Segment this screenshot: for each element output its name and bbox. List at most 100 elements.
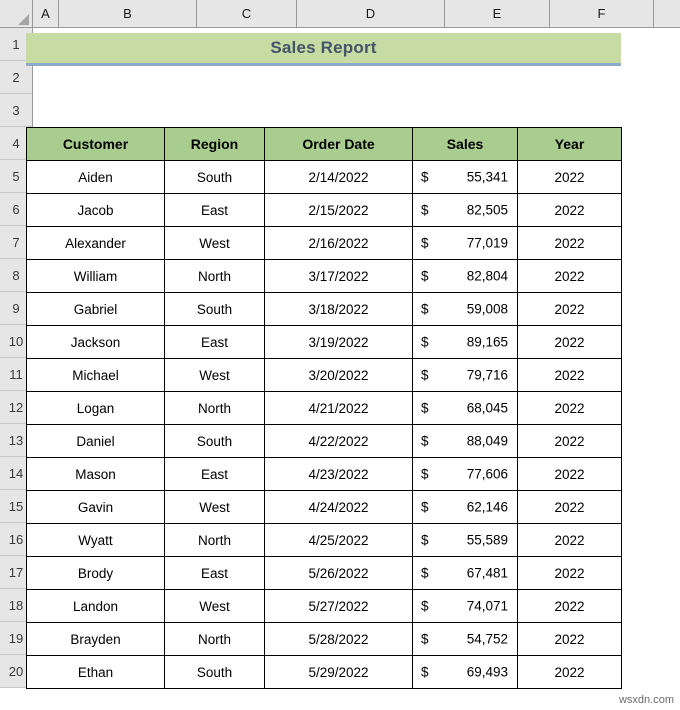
table-row[interactable]: GabrielSouth3/18/2022$59,0082022 bbox=[27, 293, 622, 326]
cell-order-date[interactable]: 4/22/2022 bbox=[265, 425, 413, 458]
column-header-b[interactable]: B bbox=[59, 0, 197, 27]
table-row[interactable]: AlexanderWest2/16/2022$77,0192022 bbox=[27, 227, 622, 260]
cell-customer[interactable]: Wyatt bbox=[27, 524, 165, 557]
cell-order-date[interactable]: 3/20/2022 bbox=[265, 359, 413, 392]
table-row[interactable]: DanielSouth4/22/2022$88,0492022 bbox=[27, 425, 622, 458]
cell-order-date[interactable]: 4/23/2022 bbox=[265, 458, 413, 491]
cell-customer[interactable]: William bbox=[27, 260, 165, 293]
column-header-a[interactable]: A bbox=[33, 0, 59, 27]
table-row[interactable]: MichaelWest3/20/2022$79,7162022 bbox=[27, 359, 622, 392]
cell-year[interactable]: 2022 bbox=[518, 623, 622, 656]
cell-customer[interactable]: Jacob bbox=[27, 194, 165, 227]
table-row[interactable]: GavinWest4/24/2022$62,1462022 bbox=[27, 491, 622, 524]
cell-region[interactable]: West bbox=[165, 590, 265, 623]
cell-region[interactable]: East bbox=[165, 194, 265, 227]
cell-order-date[interactable]: 5/26/2022 bbox=[265, 557, 413, 590]
cell-order-date[interactable]: 5/28/2022 bbox=[265, 623, 413, 656]
cell-year[interactable]: 2022 bbox=[518, 458, 622, 491]
cell-order-date[interactable]: 2/14/2022 bbox=[265, 161, 413, 194]
cell-year[interactable]: 2022 bbox=[518, 557, 622, 590]
cell-region[interactable]: South bbox=[165, 293, 265, 326]
cell-year[interactable]: 2022 bbox=[518, 326, 622, 359]
cell-year[interactable]: 2022 bbox=[518, 425, 622, 458]
cell-sales[interactable]: $54,752 bbox=[413, 623, 518, 656]
cell-customer[interactable]: Alexander bbox=[27, 227, 165, 260]
cell-customer[interactable]: Brody bbox=[27, 557, 165, 590]
cell-sales[interactable]: $59,008 bbox=[413, 293, 518, 326]
cell-order-date[interactable]: 2/15/2022 bbox=[265, 194, 413, 227]
column-header-e[interactable]: E bbox=[445, 0, 550, 27]
cell-region[interactable]: East bbox=[165, 326, 265, 359]
cell-sales[interactable]: $79,716 bbox=[413, 359, 518, 392]
cell-sales[interactable]: $74,071 bbox=[413, 590, 518, 623]
cell-sales[interactable]: $55,589 bbox=[413, 524, 518, 557]
column-header-c[interactable]: C bbox=[197, 0, 297, 27]
cell-region[interactable]: South bbox=[165, 425, 265, 458]
cell-sales[interactable]: $77,019 bbox=[413, 227, 518, 260]
cell-customer[interactable]: Gabriel bbox=[27, 293, 165, 326]
cell-year[interactable]: 2022 bbox=[518, 293, 622, 326]
cell-year[interactable]: 2022 bbox=[518, 656, 622, 689]
table-row[interactable]: JacobEast2/15/2022$82,5052022 bbox=[27, 194, 622, 227]
cell-sales[interactable]: $89,165 bbox=[413, 326, 518, 359]
cell-order-date[interactable]: 5/29/2022 bbox=[265, 656, 413, 689]
cell-region[interactable]: North bbox=[165, 392, 265, 425]
cell-region[interactable]: North bbox=[165, 623, 265, 656]
cell-order-date[interactable]: 4/25/2022 bbox=[265, 524, 413, 557]
cell-order-date[interactable]: 5/27/2022 bbox=[265, 590, 413, 623]
table-row[interactable]: AidenSouth2/14/2022$55,3412022 bbox=[27, 161, 622, 194]
cell-customer[interactable]: Logan bbox=[27, 392, 165, 425]
table-row[interactable]: BraydenNorth5/28/2022$54,7522022 bbox=[27, 623, 622, 656]
cell-customer[interactable]: Jackson bbox=[27, 326, 165, 359]
cell-year[interactable]: 2022 bbox=[518, 161, 622, 194]
cell-year[interactable]: 2022 bbox=[518, 194, 622, 227]
cell-region[interactable]: East bbox=[165, 557, 265, 590]
cell-year[interactable]: 2022 bbox=[518, 260, 622, 293]
cell-customer[interactable]: Ethan bbox=[27, 656, 165, 689]
cell-customer[interactable]: Mason bbox=[27, 458, 165, 491]
cell-year[interactable]: 2022 bbox=[518, 359, 622, 392]
table-row[interactable]: BrodyEast5/26/2022$67,4812022 bbox=[27, 557, 622, 590]
cell-customer[interactable]: Gavin bbox=[27, 491, 165, 524]
table-row[interactable]: LoganNorth4/21/2022$68,0452022 bbox=[27, 392, 622, 425]
cell-order-date[interactable]: 2/16/2022 bbox=[265, 227, 413, 260]
cell-order-date[interactable]: 3/17/2022 bbox=[265, 260, 413, 293]
cell-region[interactable]: West bbox=[165, 491, 265, 524]
table-row[interactable]: WilliamNorth3/17/2022$82,8042022 bbox=[27, 260, 622, 293]
cell-customer[interactable]: Aiden bbox=[27, 161, 165, 194]
cell-year[interactable]: 2022 bbox=[518, 227, 622, 260]
cell-sales[interactable]: $82,804 bbox=[413, 260, 518, 293]
cell-year[interactable]: 2022 bbox=[518, 392, 622, 425]
sales-report-table[interactable]: CustomerRegionOrder DateSalesYear AidenS… bbox=[26, 127, 622, 689]
cell-region[interactable]: North bbox=[165, 260, 265, 293]
cell-customer[interactable]: Michael bbox=[27, 359, 165, 392]
cell-order-date[interactable]: 3/18/2022 bbox=[265, 293, 413, 326]
cell-order-date[interactable]: 4/21/2022 bbox=[265, 392, 413, 425]
cell-sales[interactable]: $69,493 bbox=[413, 656, 518, 689]
cell-sales[interactable]: $67,481 bbox=[413, 557, 518, 590]
report-title-cell[interactable]: Sales Report bbox=[26, 33, 621, 66]
select-all-corner[interactable] bbox=[0, 0, 33, 27]
cell-order-date[interactable]: 4/24/2022 bbox=[265, 491, 413, 524]
cell-customer[interactable]: Daniel bbox=[27, 425, 165, 458]
cell-year[interactable]: 2022 bbox=[518, 524, 622, 557]
cell-sales[interactable]: $62,146 bbox=[413, 491, 518, 524]
cell-region[interactable]: South bbox=[165, 656, 265, 689]
table-row[interactable]: EthanSouth5/29/2022$69,4932022 bbox=[27, 656, 622, 689]
cell-region[interactable]: West bbox=[165, 227, 265, 260]
cell-sales[interactable]: $82,505 bbox=[413, 194, 518, 227]
cell-region[interactable]: East bbox=[165, 458, 265, 491]
cell-order-date[interactable]: 3/19/2022 bbox=[265, 326, 413, 359]
cell-sales[interactable]: $88,049 bbox=[413, 425, 518, 458]
cell-year[interactable]: 2022 bbox=[518, 590, 622, 623]
column-header-f[interactable]: F bbox=[550, 0, 654, 27]
cell-customer[interactable]: Brayden bbox=[27, 623, 165, 656]
cell-region[interactable]: South bbox=[165, 161, 265, 194]
cell-region[interactable]: West bbox=[165, 359, 265, 392]
cell-sales[interactable]: $55,341 bbox=[413, 161, 518, 194]
cell-customer[interactable]: Landon bbox=[27, 590, 165, 623]
cell-region[interactable]: North bbox=[165, 524, 265, 557]
table-row[interactable]: JacksonEast3/19/2022$89,1652022 bbox=[27, 326, 622, 359]
table-row[interactable]: MasonEast4/23/2022$77,6062022 bbox=[27, 458, 622, 491]
cell-sales[interactable]: $77,606 bbox=[413, 458, 518, 491]
